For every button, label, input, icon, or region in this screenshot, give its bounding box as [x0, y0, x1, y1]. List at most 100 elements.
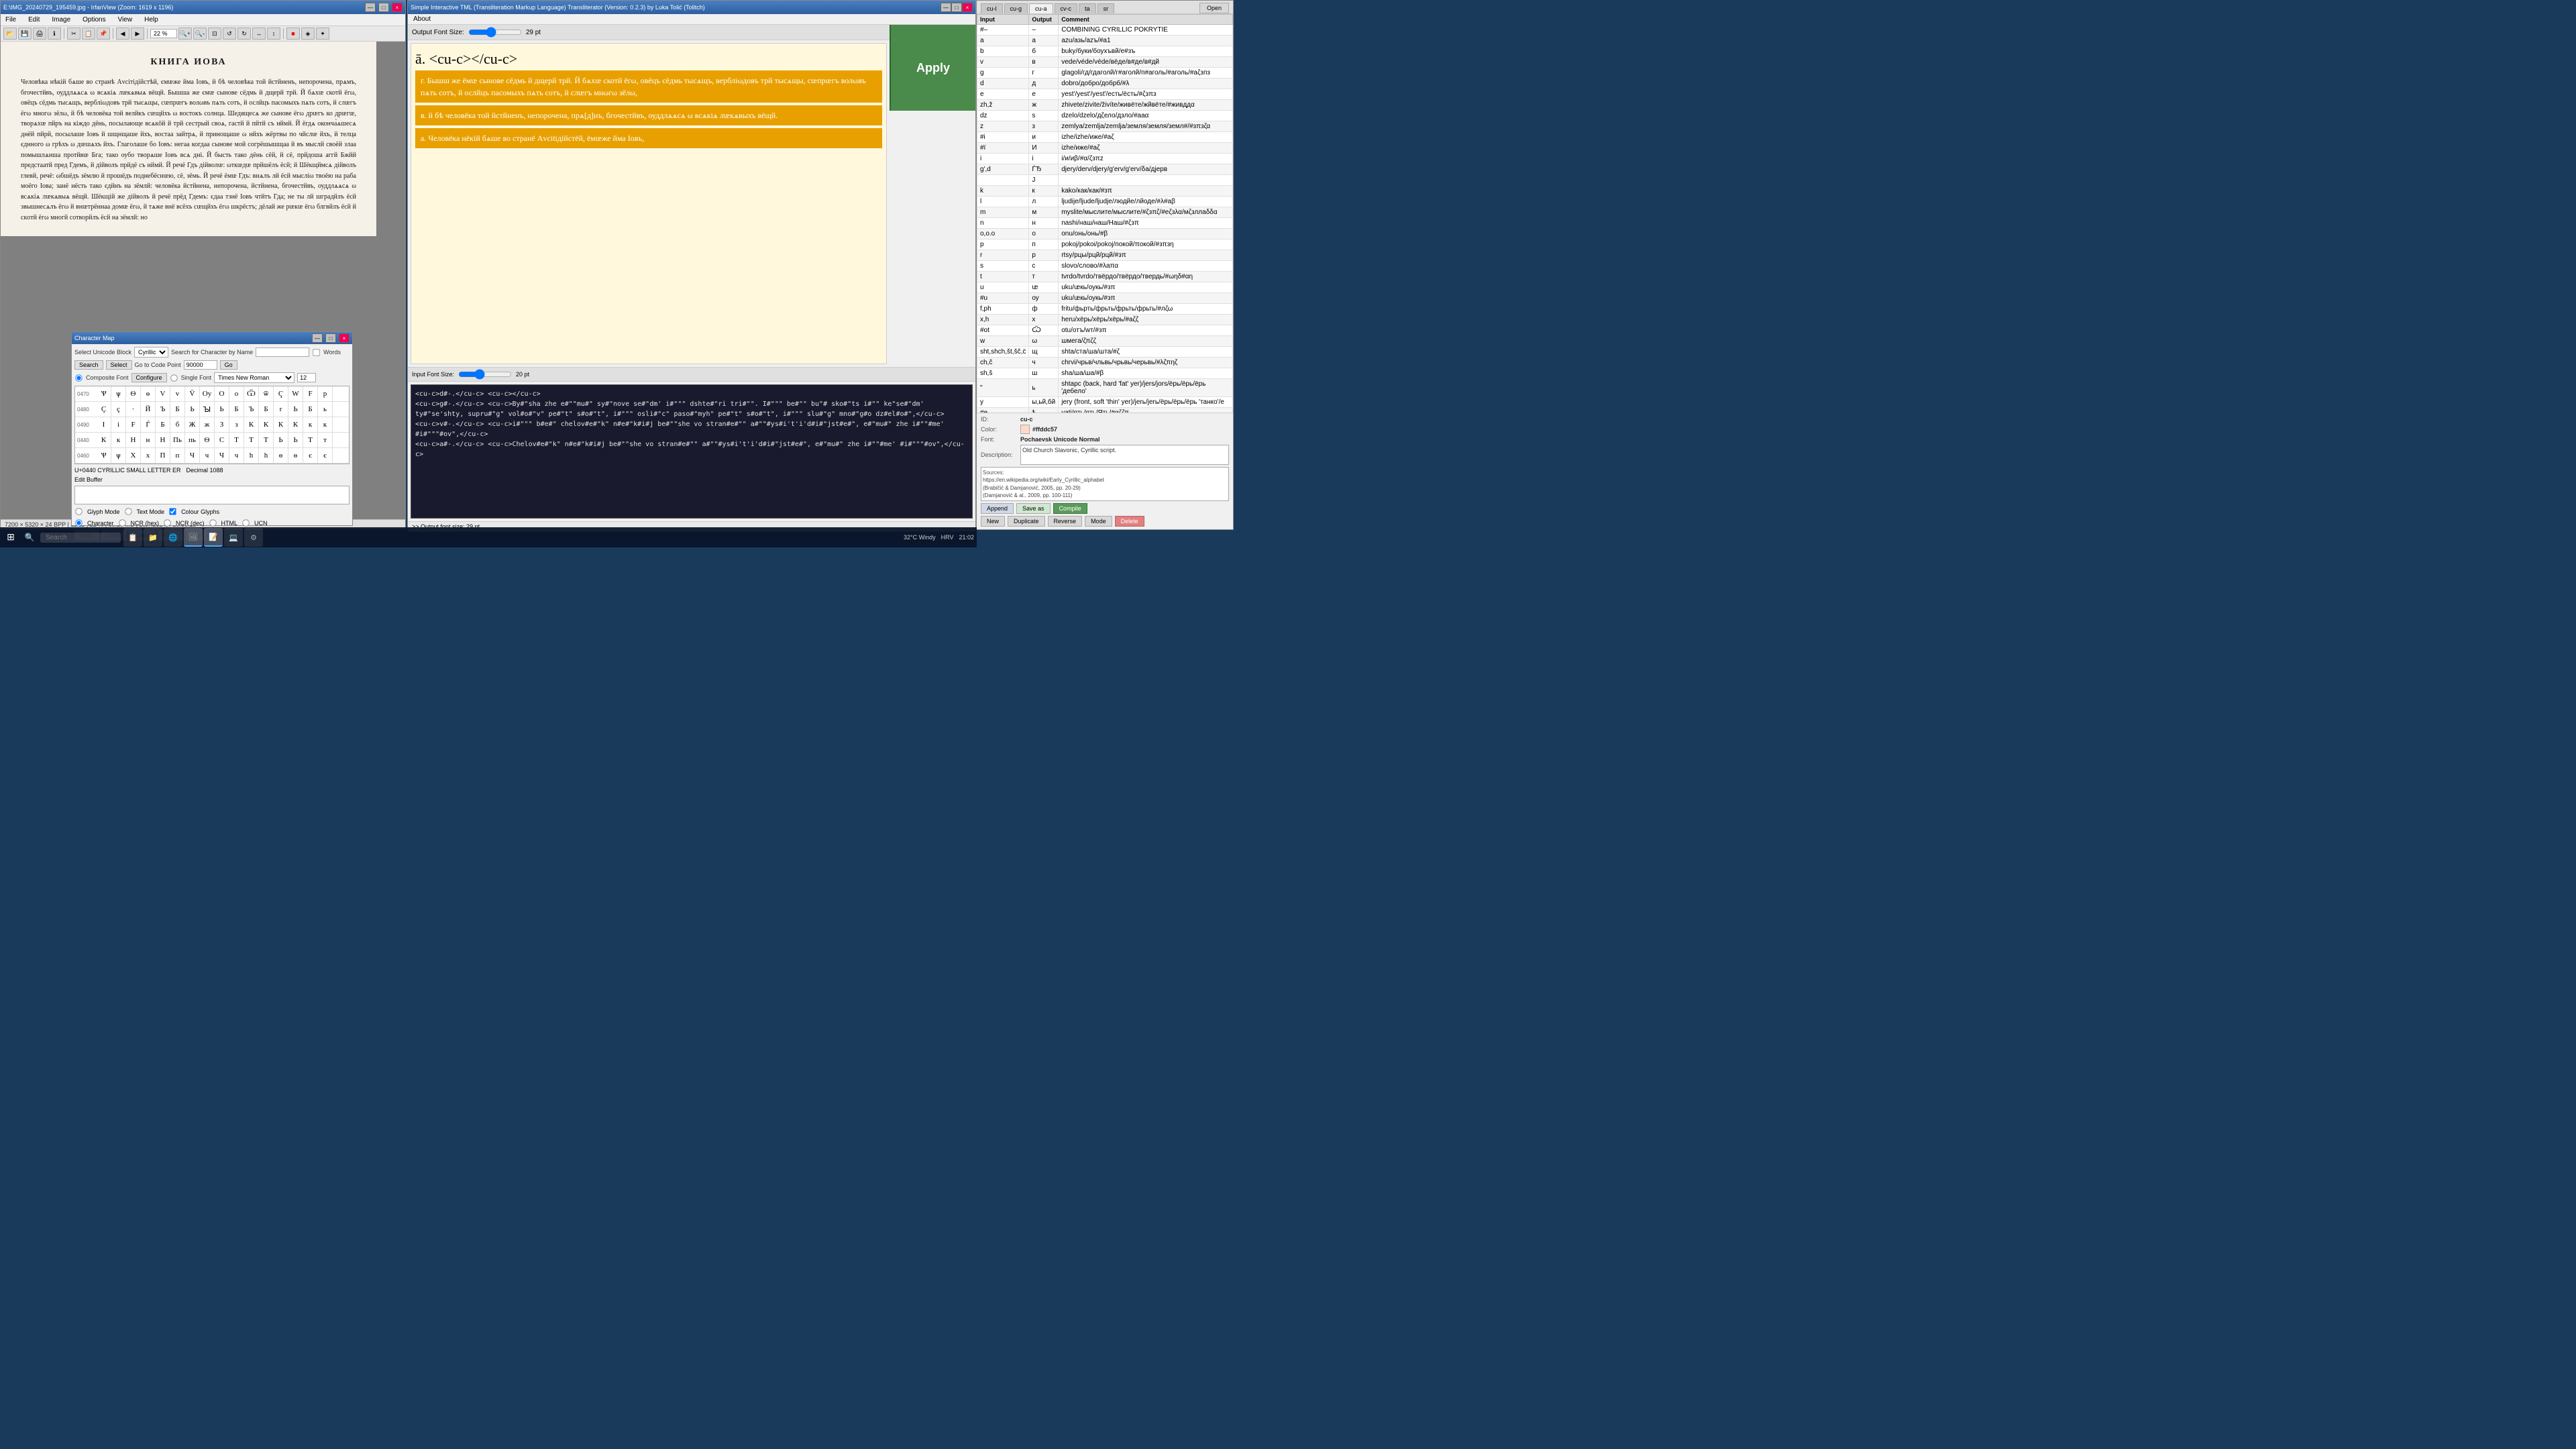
char-cell[interactable]: h	[259, 448, 274, 463]
table-row[interactable]: #ïИizhe/иже/#аζ	[977, 143, 1233, 154]
char-cell[interactable]: Н	[156, 433, 170, 447]
toolbar-flip-v[interactable]: ↕	[267, 28, 280, 40]
toolbar-open[interactable]: 📂	[3, 28, 17, 40]
translit-minimize-btn[interactable]: —	[941, 3, 951, 12]
char-cell[interactable]: Б	[303, 402, 318, 417]
char-cell[interactable]: К	[244, 417, 259, 432]
table-row[interactable]: uᵫuku/ᵫкь/оукь/#зπ	[977, 282, 1233, 293]
toolbar-info[interactable]: ℹ	[48, 28, 61, 40]
table-row[interactable]: zзzemlya/zemlja/zemlja/земля/земля/земл#…	[977, 121, 1233, 132]
table-row[interactable]: lлljudije/ljude/ljudje/людйе/лйоде/#λ#аβ	[977, 197, 1233, 207]
output-font-size-slider[interactable]	[468, 27, 522, 38]
save-as-button[interactable]: Save as	[1016, 503, 1051, 514]
tab-sr[interactable]: sr	[1097, 3, 1115, 13]
char-cell[interactable]: ч	[229, 448, 244, 463]
toolbar-color[interactable]: ■	[286, 28, 300, 40]
char-cell[interactable]: Б	[170, 402, 185, 417]
mapping-table-container[interactable]: Input Output Comment #––COMBINING CYRILL…	[977, 14, 1233, 413]
taskbar-app-5[interactable]: 📝	[204, 528, 223, 547]
zoom-input[interactable]	[150, 29, 177, 38]
char-cell[interactable]: Ѓ	[141, 417, 156, 432]
table-row[interactable]: #otѾotu/отъ/wт/#зπ	[977, 325, 1233, 336]
char-cell[interactable]: Пь	[170, 433, 185, 447]
input-area[interactable]: <cu-c>d#-.</cu-c> <cu-c></cu-c> <cu-c>g#…	[411, 384, 973, 519]
tab-cu-g[interactable]: cu-g	[1004, 3, 1028, 13]
table-row[interactable]: #iиizhe/izhe/иже/#аζ	[977, 132, 1233, 143]
char-cell[interactable]: ѳ	[141, 386, 156, 401]
menu-file[interactable]: File	[3, 15, 18, 24]
character-radio[interactable]	[75, 519, 82, 526]
toolbar-print[interactable]: 🖨	[33, 28, 46, 40]
font-size-input[interactable]	[297, 373, 316, 382]
start-button[interactable]: ⊞	[3, 529, 19, 545]
single-font-radio[interactable]	[170, 374, 177, 381]
configure-button[interactable]: Configure	[131, 373, 167, 382]
toolbar-save[interactable]: 💾	[18, 28, 32, 40]
table-row[interactable]: pпpokoj/pokoi/pokoj/покой/πокой/#зπзη	[977, 239, 1233, 250]
taskbar-app-1[interactable]: 📋	[123, 528, 142, 547]
delete-button[interactable]: Delete	[1115, 516, 1144, 527]
char-cell[interactable]: пь	[185, 433, 200, 447]
table-row[interactable]: yы,ьй,бйjery (front, soft 'thin' yer)/je…	[977, 397, 1233, 408]
charmap-search-input[interactable]	[256, 347, 309, 357]
table-row[interactable]: Ј	[977, 175, 1233, 186]
table-row[interactable]: rрrtsy/рцы/рцй/рцй/#зπ	[977, 250, 1233, 261]
char-cell[interactable]: є	[303, 448, 318, 463]
table-row[interactable]: #uоуuku/ᵫкь/оукь/#зπ	[977, 293, 1233, 304]
char-cell[interactable]: Ѳ	[200, 433, 215, 447]
char-cell[interactable]: Ҁ	[274, 386, 288, 401]
table-row[interactable]: gгglagoli/гд/гдаголй/г#аголй/п#аголь/#аг…	[977, 68, 1233, 78]
char-cell[interactable]: н	[141, 433, 156, 447]
table-row[interactable]: vвvede/véde/véde/вёдe/в#дe/в#дй	[977, 57, 1233, 68]
ncr-hex-radio[interactable]	[119, 519, 125, 526]
char-cell[interactable]: К	[274, 417, 288, 432]
table-row[interactable]: sht,shch,št,šč,c̈щshta/стa/ша/шта/#ζ	[977, 347, 1233, 358]
char-cell[interactable]: ѳ	[288, 448, 303, 463]
append-button[interactable]: Append	[981, 503, 1014, 514]
charmap-close-btn[interactable]: ×	[339, 333, 350, 343]
char-cell[interactable]: V̈	[185, 386, 200, 401]
apply-button[interactable]: Apply	[890, 25, 975, 111]
translit-close-btn[interactable]: ×	[962, 3, 973, 12]
char-cell[interactable]: Б	[259, 402, 274, 417]
char-cell[interactable]: Ь	[215, 402, 229, 417]
table-row[interactable]: ch,čчchrvi/чрьв/чльвь/чрьвь/черьвь/#λζπη…	[977, 358, 1233, 368]
charmap-maximize-btn[interactable]: □	[325, 333, 336, 343]
char-cell[interactable]: Ь	[288, 402, 303, 417]
taskbar-app-7[interactable]: ⚙	[244, 528, 263, 547]
table-row[interactable]: sh,šшsha/ша/ша/#β	[977, 368, 1233, 379]
char-cell[interactable]: Ь	[185, 402, 200, 417]
char-cell[interactable]: Б	[156, 417, 170, 432]
menu-options[interactable]: Options	[80, 15, 107, 24]
char-cell[interactable]: к	[318, 417, 333, 432]
char-cell[interactable]: б	[170, 417, 185, 432]
char-cell[interactable]: v	[170, 386, 185, 401]
char-cell[interactable]: Т	[229, 433, 244, 447]
char-cell[interactable]: ѳ	[274, 448, 288, 463]
tab-ta[interactable]: ta	[1079, 3, 1096, 13]
char-cell[interactable]: Ж	[185, 417, 200, 432]
translit-maximize-btn[interactable]: □	[951, 3, 962, 12]
char-cell[interactable]: Ь	[274, 433, 288, 447]
toolbar-prev[interactable]: ◀	[116, 28, 129, 40]
table-row[interactable]: dдdobro/добро/добрб/#λ	[977, 78, 1233, 89]
char-cell[interactable]: p	[318, 386, 333, 401]
select-button[interactable]: Select	[106, 360, 132, 370]
char-cell[interactable]: Ç	[97, 402, 111, 417]
tab-cu-l[interactable]: cu-l	[981, 3, 1003, 13]
search-button[interactable]: Search	[74, 360, 103, 370]
table-row[interactable]: wωшмега/ζπζζ	[977, 336, 1233, 347]
table-row[interactable]: zh,žжzhivete/zivite/živíte/живёте/жйвёте…	[977, 100, 1233, 111]
words-checkbox[interactable]	[313, 349, 319, 356]
open-button[interactable]: Open	[1199, 3, 1229, 13]
char-cell[interactable]: Ѱ	[97, 386, 111, 401]
colour-glyphs-check[interactable]	[169, 508, 176, 515]
mode-button[interactable]: Mode	[1085, 516, 1112, 527]
char-cell[interactable]: К	[97, 433, 111, 447]
char-cell[interactable]: ѱ	[111, 386, 126, 401]
go-button[interactable]: Go	[220, 360, 237, 370]
charmap-minimize-btn[interactable]: —	[312, 333, 323, 343]
char-cell[interactable]: ѱ	[111, 448, 126, 463]
table-row[interactable]: mмmyslite/мыслите/мыслите/#ζзπζ/#еζзλα/м…	[977, 207, 1233, 218]
toolbar-zoom-out[interactable]: 🔍-	[193, 28, 207, 40]
